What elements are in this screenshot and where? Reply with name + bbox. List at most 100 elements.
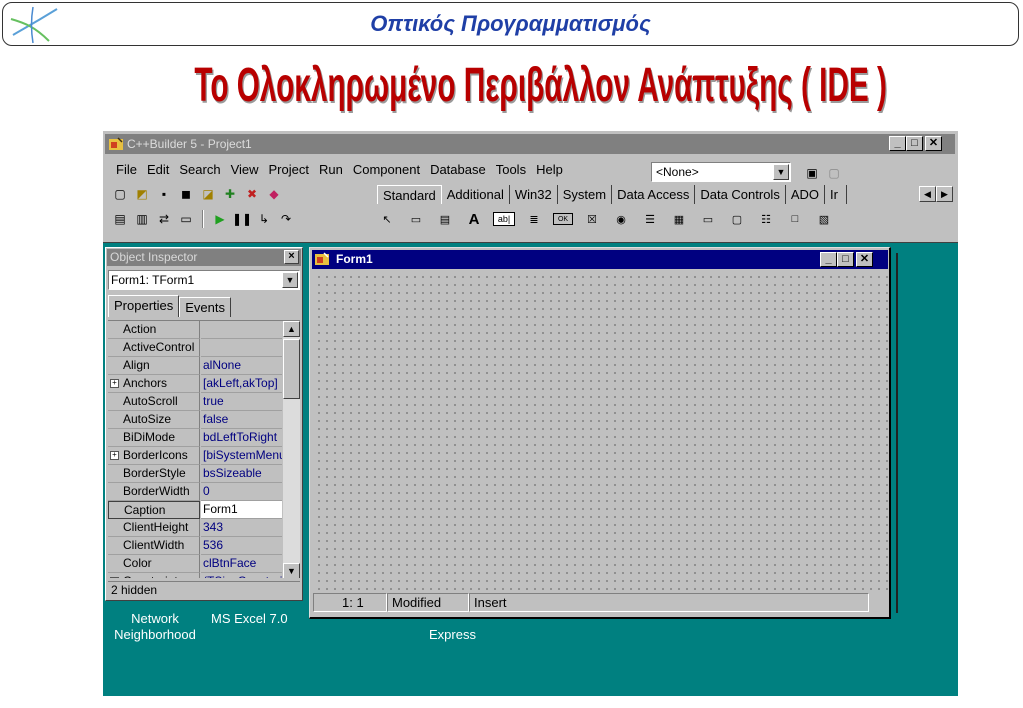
arrow-pointer-icon[interactable]: ↖ <box>377 209 397 229</box>
menu-edit[interactable]: Edit <box>142 160 174 180</box>
property-row[interactable]: ClientWidth 536 <box>108 537 282 555</box>
toggle-form-unit-icon[interactable]: ⇄ <box>155 210 173 228</box>
new-file-icon[interactable]: ▢ <box>111 185 129 203</box>
label-icon[interactable]: A <box>464 209 484 229</box>
trace-into-icon[interactable]: ↳ <box>255 210 273 228</box>
close-button[interactable]: ✕ <box>856 252 873 267</box>
property-row[interactable]: ActiveControl <box>108 339 282 357</box>
form-designer[interactable]: Form1 _ □ ✕ 1: 1 Modified Insert <box>309 247 891 619</box>
property-value[interactable]: 0 <box>201 483 282 501</box>
menu-component[interactable]: Component <box>348 160 425 180</box>
close-button[interactable]: ✕ <box>925 136 942 151</box>
property-value[interactable]: alNone <box>201 357 282 375</box>
palette-scroll-right-icon[interactable]: ▶ <box>936 186 953 202</box>
window-list-icon[interactable]: ▣ <box>803 164 821 182</box>
new-form-icon[interactable]: ▭ <box>177 210 195 228</box>
tab-properties[interactable]: Properties <box>108 295 180 317</box>
help-contents-icon[interactable]: ◆ <box>265 185 283 203</box>
expand-icon[interactable]: + <box>110 577 119 578</box>
property-row[interactable]: BiDiMode bdLeftToRight <box>108 429 282 447</box>
property-value[interactable]: bsSizeable <box>201 465 282 483</box>
maximize-button[interactable]: □ <box>837 252 854 267</box>
maximize-button[interactable]: □ <box>906 136 923 151</box>
tab-win32[interactable]: Win32 <box>510 185 558 204</box>
property-value[interactable]: true <box>201 393 282 411</box>
step-over-icon[interactable]: ↷ <box>277 210 295 228</box>
scroll-down-icon[interactable]: ▼ <box>283 563 300 578</box>
property-row[interactable]: AutoScroll true <box>108 393 282 411</box>
property-value[interactable]: bdLeftToRight <box>201 429 282 447</box>
new-window-icon[interactable]: ▢ <box>825 164 843 182</box>
groupbox-icon[interactable]: ▢ <box>727 209 747 229</box>
tab-ado[interactable]: ADO <box>786 185 825 204</box>
selector-combo[interactable]: <None> ▼ <box>651 162 791 182</box>
close-icon[interactable]: × <box>284 250 299 264</box>
tab-standard[interactable]: Standard <box>377 185 442 204</box>
run-icon[interactable]: ▶ <box>211 210 229 228</box>
property-value[interactable]: (TSizeConstraints) <box>201 573 282 578</box>
property-value[interactable]: 343 <box>201 519 282 537</box>
property-value[interactable] <box>201 339 282 357</box>
menu-project[interactable]: Project <box>264 160 314 180</box>
expand-icon[interactable]: + <box>110 451 119 460</box>
form-titlebar[interactable]: Form1 _ □ ✕ <box>312 250 888 269</box>
scrollbar-icon[interactable]: ▭ <box>698 209 718 229</box>
property-value[interactable]: [biSystemMenu] <box>201 447 282 465</box>
property-value[interactable]: [akLeft,akTop] <box>201 375 282 393</box>
tab-system[interactable]: System <box>558 185 613 204</box>
property-row[interactable]: AutoSize false <box>108 411 282 429</box>
desktop-icon-express[interactable]: Express <box>429 627 476 642</box>
tab-additional[interactable]: Additional <box>442 185 510 204</box>
radio-button-icon[interactable]: ◉ <box>611 209 631 229</box>
remove-from-project-icon[interactable]: ✖ <box>243 185 261 203</box>
form-design-grid[interactable] <box>313 271 888 591</box>
checkbox-icon[interactable]: ☒ <box>582 209 602 229</box>
property-value[interactable]: Form1 <box>201 501 282 519</box>
memo-icon[interactable]: ≣ <box>524 209 544 229</box>
menu-tools[interactable]: Tools <box>491 160 531 180</box>
property-row[interactable]: + BorderIcons [biSystemMenu] <box>108 447 282 465</box>
desktop-icon-excel[interactable]: MS Excel 7.0 <box>211 611 288 626</box>
property-row[interactable]: BorderWidth 0 <box>108 483 282 501</box>
action-list-icon[interactable]: ▧ <box>814 209 834 229</box>
object-selector[interactable]: Form1: TForm1 ▼ <box>108 270 300 290</box>
add-to-project-icon[interactable]: ✚ <box>221 185 239 203</box>
minimize-button[interactable]: _ <box>820 252 837 267</box>
property-row[interactable]: Caption Form1 <box>108 501 282 519</box>
tab-events[interactable]: Events <box>179 297 231 317</box>
expand-icon[interactable]: + <box>110 379 119 388</box>
save-all-icon[interactable]: ◼ <box>177 185 195 203</box>
combobox-icon[interactable]: ▦ <box>669 209 689 229</box>
property-scrollbar[interactable]: ▲ ▼ <box>283 321 300 578</box>
chevron-down-icon[interactable]: ▼ <box>773 164 789 180</box>
tab-ir[interactable]: Ir <box>825 185 847 204</box>
tab-data-controls[interactable]: Data Controls <box>695 185 786 204</box>
listbox-icon[interactable]: ☰ <box>640 209 660 229</box>
property-row[interactable]: ClientHeight 343 <box>108 519 282 537</box>
menu-help[interactable]: Help <box>531 160 568 180</box>
property-row[interactable]: + Constraints (TSizeConstraints) <box>108 573 282 578</box>
property-value[interactable] <box>201 321 282 339</box>
button-icon[interactable]: OK <box>553 213 573 225</box>
menu-view[interactable]: View <box>226 160 264 180</box>
tab-data-access[interactable]: Data Access <box>612 185 696 204</box>
popup-menu-icon[interactable]: ▤ <box>435 209 455 229</box>
view-form-icon[interactable]: ▥ <box>133 210 151 228</box>
property-value[interactable]: 536 <box>201 537 282 555</box>
palette-scroll-left-icon[interactable]: ◀ <box>919 186 936 202</box>
view-unit-icon[interactable]: ▤ <box>111 210 129 228</box>
property-value[interactable]: false <box>201 411 282 429</box>
menu-run[interactable]: Run <box>314 160 348 180</box>
minimize-button[interactable]: _ <box>889 136 906 151</box>
menu-search[interactable]: Search <box>174 160 225 180</box>
desktop-icon-network[interactable]: Network Neighborhood <box>105 611 205 643</box>
open-project-icon[interactable]: ◪ <box>199 185 217 203</box>
property-value[interactable]: clBtnFace <box>201 555 282 573</box>
edit-icon[interactable]: ab| <box>493 212 515 226</box>
open-folder-icon[interactable]: ◩ <box>133 185 151 203</box>
property-row[interactable]: + Anchors [akLeft,akTop] <box>108 375 282 393</box>
scroll-up-icon[interactable]: ▲ <box>283 321 300 337</box>
property-row[interactable]: BorderStyle bsSizeable <box>108 465 282 483</box>
radiogroup-icon[interactable]: ☷ <box>756 209 776 229</box>
chevron-down-icon[interactable]: ▼ <box>282 272 298 288</box>
